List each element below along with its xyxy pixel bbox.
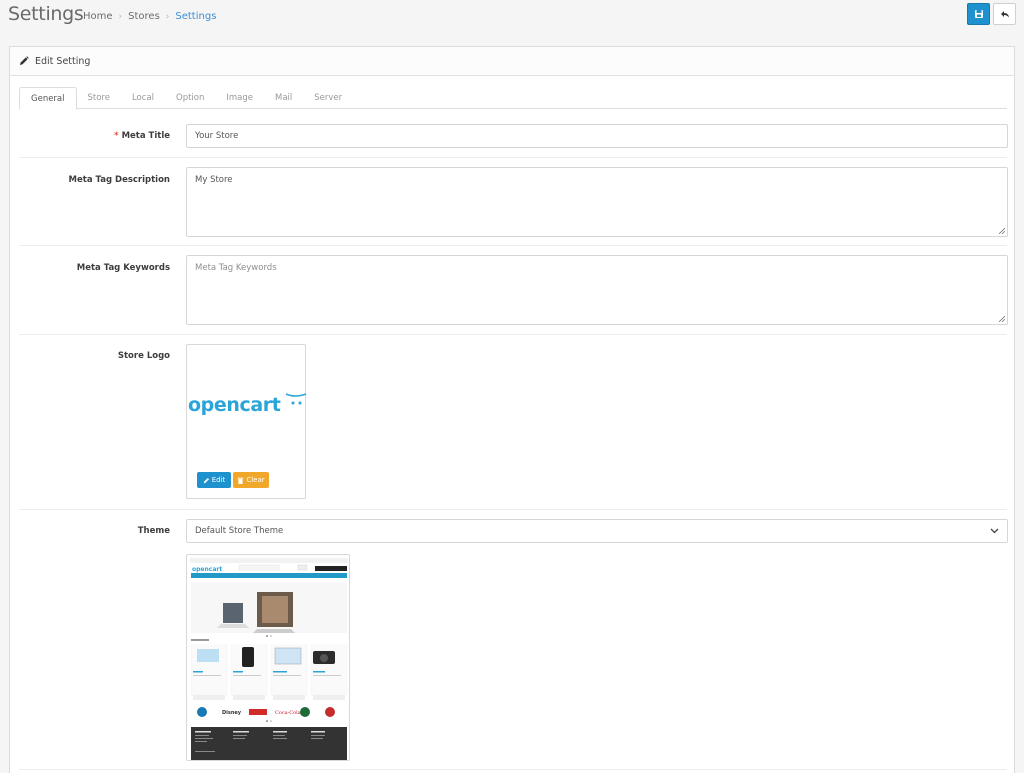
- meta-description-value: My Store: [195, 175, 233, 185]
- pencil-icon: [20, 56, 29, 65]
- panel-heading-text: Edit Setting: [35, 55, 91, 67]
- divider: [19, 334, 1007, 335]
- svg-text:Coca-Cola: Coca-Cola: [275, 710, 301, 716]
- svg-text:Disney: Disney: [222, 710, 242, 716]
- divider: [19, 245, 1007, 246]
- tab-local[interactable]: Local: [121, 87, 165, 109]
- store-logo-label: Store Logo: [117, 351, 170, 361]
- tab-server[interactable]: Server: [303, 87, 353, 109]
- theme-select-value: Default Store Theme: [195, 526, 284, 536]
- breadcrumb-separator: ›: [165, 11, 170, 22]
- cart-swoosh-icon: [285, 393, 307, 405]
- meta-title-input[interactable]: Your Store: [186, 124, 1008, 148]
- logo-clear-button[interactable]: Clear: [233, 472, 269, 488]
- breadcrumb-home[interactable]: Home: [83, 11, 113, 22]
- meta-description-textarea[interactable]: My Store: [186, 167, 1008, 237]
- meta-description-label: Meta Tag Description: [68, 175, 170, 185]
- svg-text:opencart: opencart: [192, 566, 222, 573]
- settings-tabs: General Store Local Option Image Mail Se…: [19, 87, 1007, 110]
- tab-option[interactable]: Option: [165, 87, 215, 109]
- breadcrumb-settings[interactable]: Settings: [175, 11, 216, 22]
- logo-edit-button[interactable]: Edit: [197, 472, 231, 488]
- breadcrumb-separator: ›: [118, 11, 123, 22]
- resize-handle-icon[interactable]: [999, 228, 1005, 234]
- clear-button-label: Clear: [246, 476, 265, 484]
- theme-select[interactable]: Default Store Theme: [186, 519, 1008, 543]
- theme-label: Theme: [137, 526, 170, 536]
- resize-handle-icon[interactable]: [999, 316, 1005, 322]
- reply-icon: [1000, 11, 1009, 18]
- tab-mail[interactable]: Mail: [264, 87, 303, 109]
- meta-keywords-label: Meta Tag Keywords: [76, 263, 170, 273]
- meta-title-label: * Meta Title: [10, 131, 170, 141]
- chevron-down-icon: [990, 528, 999, 534]
- tab-image[interactable]: Image: [215, 87, 264, 109]
- pencil-icon: [203, 477, 209, 483]
- save-icon: [974, 10, 983, 18]
- theme-screenshot: opencart Disney Coca-Cola: [187, 555, 349, 760]
- divider: [19, 769, 1007, 770]
- trash-icon: [238, 477, 244, 484]
- breadcrumb: Home › Stores › Settings: [83, 11, 216, 22]
- top-bar: Settings Home › Stores › Settings: [0, 0, 1024, 34]
- divider: [19, 157, 1007, 158]
- store-logo-thumbnail[interactable]: opencart Edit Clear: [186, 344, 307, 499]
- breadcrumb-stores[interactable]: Stores: [128, 11, 160, 22]
- required-marker: *: [114, 131, 119, 141]
- back-button[interactable]: [993, 3, 1016, 25]
- meta-keywords-placeholder: Meta Tag Keywords: [195, 263, 277, 273]
- panel-heading: Edit Setting: [10, 47, 1014, 76]
- tab-store[interactable]: Store: [77, 87, 121, 109]
- theme-preview-image: opencart Disney Coca-Cola: [186, 554, 350, 761]
- save-button[interactable]: [967, 3, 990, 25]
- divider: [19, 509, 1007, 510]
- meta-title-label-text: Meta Title: [121, 131, 170, 141]
- edit-button-label: Edit: [211, 476, 226, 484]
- tab-general[interactable]: General: [19, 87, 77, 110]
- meta-keywords-textarea[interactable]: Meta Tag Keywords: [186, 255, 1008, 325]
- page-title: Settings: [8, 3, 84, 25]
- settings-panel: Edit Setting General Store Local Option …: [9, 46, 1015, 773]
